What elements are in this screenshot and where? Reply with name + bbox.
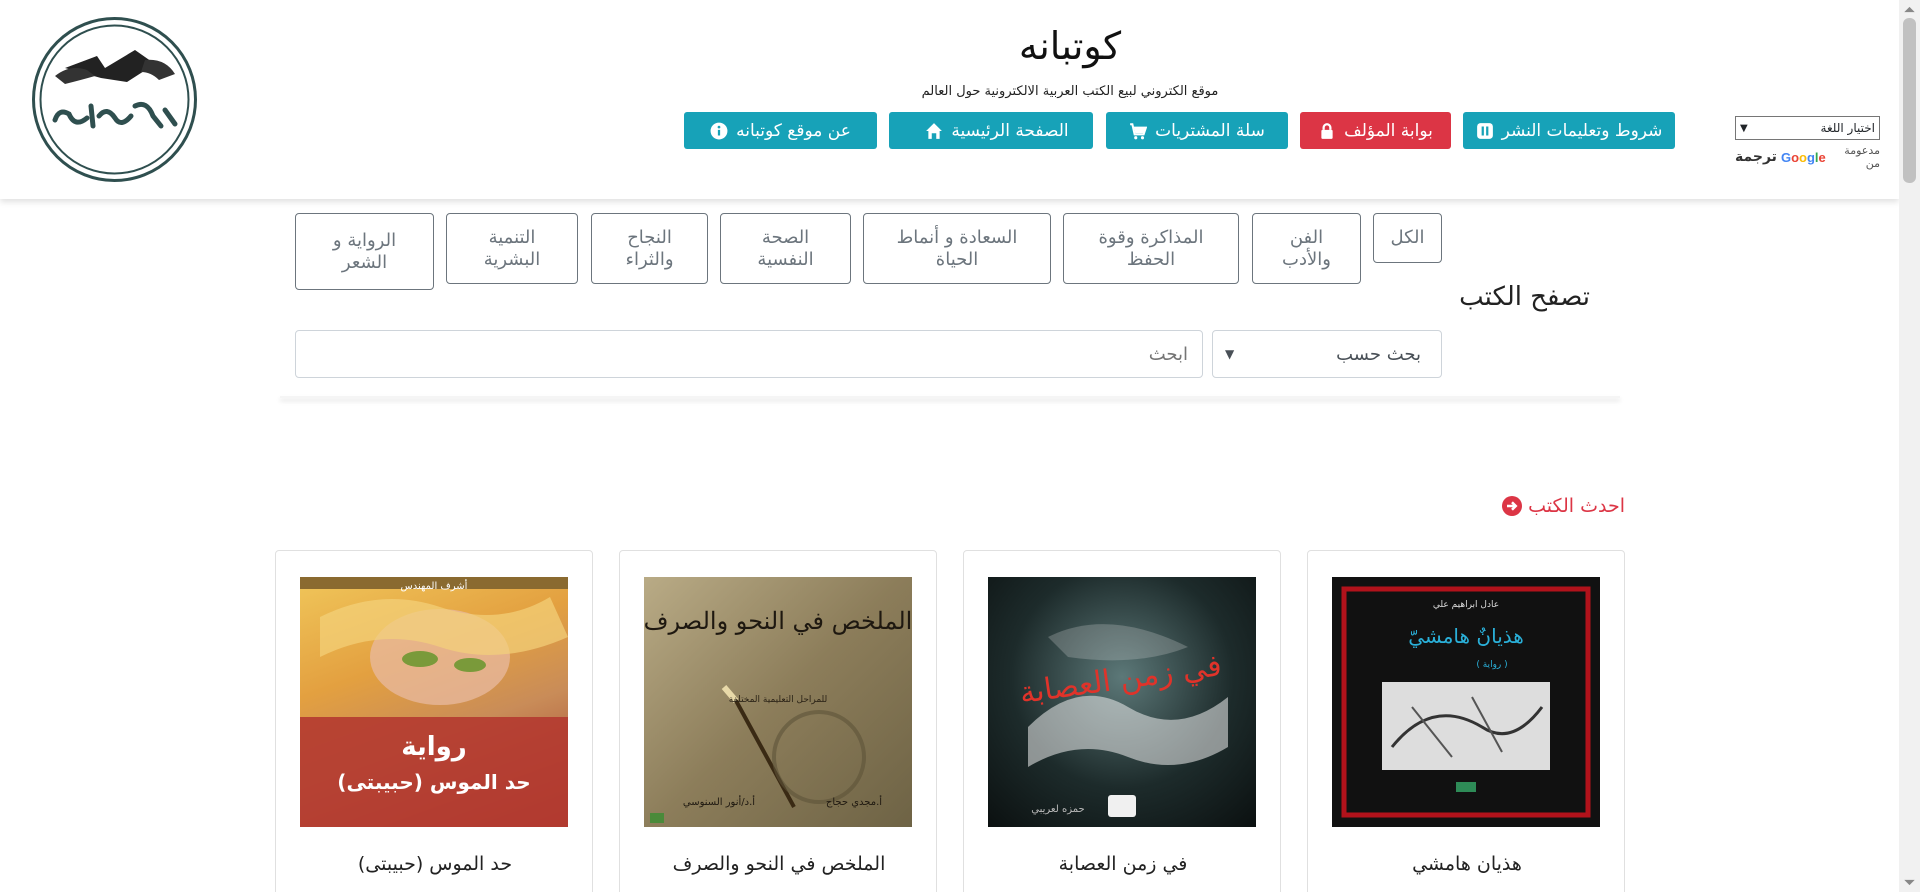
book-cover[interactable]: عادل ابراهيم علي هذيانٌ هامشيّ ( رواية ) (1332, 577, 1600, 827)
pause-square-icon (1476, 122, 1493, 139)
category-label-line2: النفسية (757, 248, 814, 270)
category-label: المذاكرة وقوة (1098, 226, 1204, 248)
nav-publishing-terms-button[interactable]: شروط وتعليمات النشر (1463, 112, 1675, 149)
book-cover[interactable]: في زمن العصابة حمزه لعريبي (988, 577, 1256, 827)
category-novel-poetry-button[interactable]: الرواية و الشعر (295, 213, 434, 290)
cover-author: عادل ابراهيم علي (1433, 600, 1499, 610)
category-label: الصحة (761, 226, 810, 248)
nav-label: عن موقع كوتبانه (736, 120, 851, 141)
page-scrollbar[interactable] (1899, 0, 1920, 892)
cover-author: أشرف المهندس (401, 579, 468, 592)
cart-icon (1130, 122, 1148, 139)
book-cover[interactable]: الملخص في النحو والصرف للمراحل التعليمية… (644, 577, 912, 827)
category-label: الرواية و (332, 229, 397, 251)
cover-tag: ( رواية ) (1476, 660, 1507, 670)
nav-label: بوابة المؤلف (1344, 120, 1433, 141)
search-by-select[interactable]: بحث حسب ▼ (1212, 330, 1442, 378)
google-translate-credit: مدعومة من Google ترجمة (1735, 144, 1880, 170)
category-success-wealth-button[interactable]: النجاح والثراء (591, 213, 708, 284)
category-label: الفن (1289, 226, 1324, 248)
category-label: السعادة و أنماط (896, 226, 1018, 248)
book-title[interactable]: هذيان هامشي (1308, 853, 1626, 875)
category-human-development-button[interactable]: التنمية البشرية (446, 213, 578, 284)
language-widget: اختيار اللغة ▼ مدعومة من Google ترجمة (1735, 116, 1880, 170)
category-happiness-lifestyle-button[interactable]: السعادة و أنماط الحياة (863, 213, 1051, 284)
site-title: كوتبانه (1018, 24, 1122, 68)
scroll-up-icon[interactable] (1903, 3, 1916, 16)
scrollbar-thumb[interactable] (1903, 18, 1916, 183)
nav-author-portal-button[interactable]: بوابة المؤلف (1300, 112, 1451, 149)
book-cover[interactable]: أشرف المهندس رواية حد الموس (حبيبتى) (300, 577, 568, 827)
site-subtitle: موقع الكتروني لبيع الكتب العربية الالكتر… (921, 84, 1219, 99)
chevron-down-icon: ▼ (1740, 122, 1748, 134)
nav-about-button[interactable]: عن موقع كوتبانه (684, 112, 877, 149)
powered-by-text: مدعومة من (1844, 144, 1880, 170)
cover-author: حمزه لعريبي (1031, 804, 1084, 815)
cover-subtitle: للمراحل التعليمية المختلفة (729, 695, 828, 705)
nav-label: الصفحة الرئيسية (951, 120, 1069, 141)
cover-author: أ.مجدي حجاج (826, 795, 882, 808)
book-card[interactable]: الملخص في النحو والصرف للمراحل التعليمية… (619, 550, 937, 892)
scroll-down-icon[interactable] (1903, 876, 1916, 889)
category-mental-health-button[interactable]: الصحة النفسية (720, 213, 851, 284)
book-card[interactable]: أشرف المهندس رواية حد الموس (حبيبتى) حد … (275, 550, 593, 892)
filter-divider (280, 396, 1620, 398)
cover-tag: رواية (401, 732, 467, 762)
category-label: الكل (1390, 227, 1425, 248)
nav-label: سلة المشتريات (1155, 120, 1265, 141)
category-study-memory-button[interactable]: المذاكرة وقوة الحفظ (1063, 213, 1239, 284)
cover-author-2: أ.د/أنور السنوسي (683, 795, 755, 808)
search-input[interactable] (295, 330, 1203, 378)
category-label-line2: والأدب (1282, 248, 1331, 270)
latest-books-label: احدث الكتب (1528, 495, 1625, 517)
category-label-line2: الحياة (935, 248, 979, 270)
cover-title: الملخص في النحو والصرف (644, 607, 912, 635)
lock-icon (1321, 122, 1333, 139)
category-art-literature-button[interactable]: الفن والأدب (1252, 213, 1361, 284)
translate-link[interactable]: ترجمة (1735, 149, 1777, 165)
book-title[interactable]: حد الموس (حبيبتى) (276, 853, 594, 875)
language-select-label: اختيار اللغة (1820, 121, 1875, 135)
category-label: النجاح (627, 226, 672, 248)
site-logo[interactable] (32, 17, 197, 182)
category-all-button[interactable]: الكل (1373, 213, 1442, 263)
cover-title: حد الموس (حبيبتى) (337, 770, 530, 794)
book-card[interactable]: في زمن العصابة حمزه لعريبي في زمن العصاب… (963, 550, 1281, 892)
arrow-circle-right-icon (1502, 496, 1523, 516)
site-header: اختيار اللغة ▼ مدعومة من Google ترجمة كو… (0, 0, 1899, 199)
search-by-label: بحث حسب (1336, 343, 1421, 365)
nav-home-button[interactable]: الصفحة الرئيسية (889, 112, 1093, 149)
latest-books-link[interactable]: احدث الكتب (1480, 495, 1625, 517)
book-title[interactable]: الملخص في النحو والصرف (620, 853, 938, 875)
book-card[interactable]: عادل ابراهيم علي هذيانٌ هامشيّ ( رواية )… (1307, 550, 1625, 892)
category-label-line2: والثراء (625, 248, 674, 270)
home-icon (926, 122, 943, 139)
cover-title: هذيانٌ هامشيّ (1408, 624, 1524, 649)
info-icon (710, 122, 728, 139)
browse-books-title: تصفح الكتب (1459, 282, 1590, 312)
chevron-down-icon: ▼ (1225, 347, 1235, 361)
category-label-line2: الحفظ (1126, 248, 1176, 270)
category-label: التنمية (488, 226, 536, 248)
language-select[interactable]: اختيار اللغة ▼ (1735, 116, 1880, 140)
category-label-line2: الشعر (341, 251, 388, 273)
book-title[interactable]: في زمن العصابة (964, 853, 1282, 875)
category-label-line2: البشرية (483, 248, 541, 270)
google-logo: Google (1780, 149, 1826, 165)
nav-cart-button[interactable]: سلة المشتريات (1106, 112, 1288, 149)
nav-label: شروط وتعليمات النشر (1501, 120, 1663, 141)
